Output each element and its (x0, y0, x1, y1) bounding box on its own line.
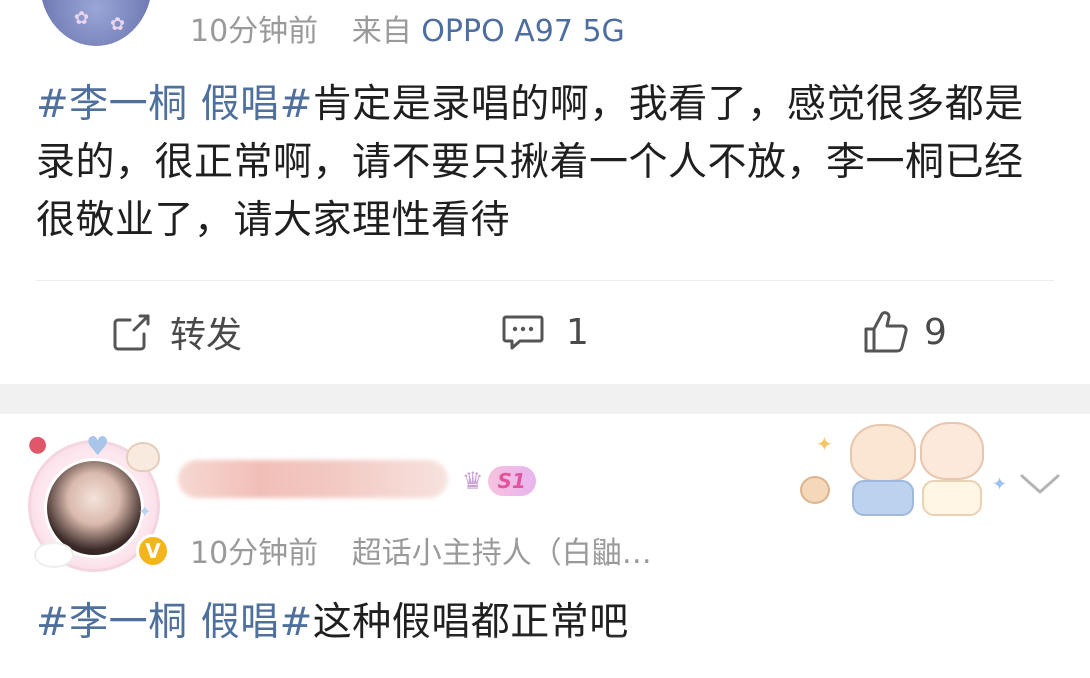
post2-meta: 10分钟前 超话小主持人（白鼬… (190, 528, 652, 572)
post2-role: 超话小主持人（白鼬… (351, 536, 652, 571)
star-icon: ✦ (138, 502, 152, 521)
cat-sticker-icon (850, 424, 916, 482)
verified-badge-icon: V (136, 534, 170, 568)
post1-divider (36, 280, 1054, 281)
post1-content: #李一桐 假唱#肯定是录唱的啊，我看了，感觉很多都是录的，很正常啊，请不要只揪着… (36, 76, 1046, 250)
post1-meta: 10分钟前 来自 OPPO A97 5G (190, 6, 625, 50)
comment-count: 1 (566, 311, 589, 353)
bear-badge-icon: ♛ (462, 467, 484, 495)
post2-avatar[interactable]: ● ♥ ✦ V (28, 432, 170, 572)
watermark-overlay (404, 640, 680, 674)
chevron-down-icon[interactable] (1018, 470, 1062, 498)
cloud-icon (34, 542, 74, 568)
cat-body (852, 480, 914, 516)
bow-decoration-icon: ✿ (74, 8, 90, 29)
like-count: 9 (924, 311, 947, 353)
sparkle-icon: ✦ (816, 432, 833, 456)
post2-time: 10分钟前 (190, 536, 319, 571)
decorative-sticker: ✦ ✦ (800, 420, 1010, 520)
username-redacted[interactable] (178, 460, 448, 498)
like-button[interactable]: 9 (862, 300, 947, 364)
heart-icon: ♥ (86, 432, 110, 462)
fan-level-badge: ♛ S1 (462, 466, 536, 496)
comment-icon (502, 315, 544, 350)
cat-body (922, 480, 982, 516)
repost-label: 转发 (170, 315, 243, 356)
bear-icon (126, 442, 160, 472)
post2-text: 这种假唱都正常吧 (312, 600, 629, 645)
post1-avatar[interactable]: ✿ ✿ (40, 0, 152, 46)
post1-topic-link[interactable]: #李一桐 假唱# (36, 82, 313, 127)
cherry-icon: ● (28, 432, 48, 457)
sparkle-icon: ✦ (992, 474, 1008, 495)
post2-topic-link[interactable]: #李一桐 假唱# (36, 600, 313, 645)
cat-sticker-icon (920, 422, 984, 480)
level-label: S1 (487, 466, 536, 496)
feed-separator (0, 384, 1090, 414)
edit-share-icon (113, 314, 150, 351)
thumbs-up-icon (864, 311, 908, 353)
post1-action-bar: 转发 1 9 (0, 300, 1090, 364)
bow-decoration-icon: ✿ (110, 14, 126, 35)
post1-time: 10分钟前 (190, 14, 319, 49)
repost-button[interactable]: 转发 (110, 300, 242, 364)
post1-source-prefix: 来自 (351, 14, 412, 49)
post1-device[interactable]: OPPO A97 5G (421, 14, 625, 49)
small-bear-icon (800, 476, 830, 504)
verified-mark: V (145, 539, 161, 563)
comment-button[interactable]: 1 (500, 300, 589, 364)
